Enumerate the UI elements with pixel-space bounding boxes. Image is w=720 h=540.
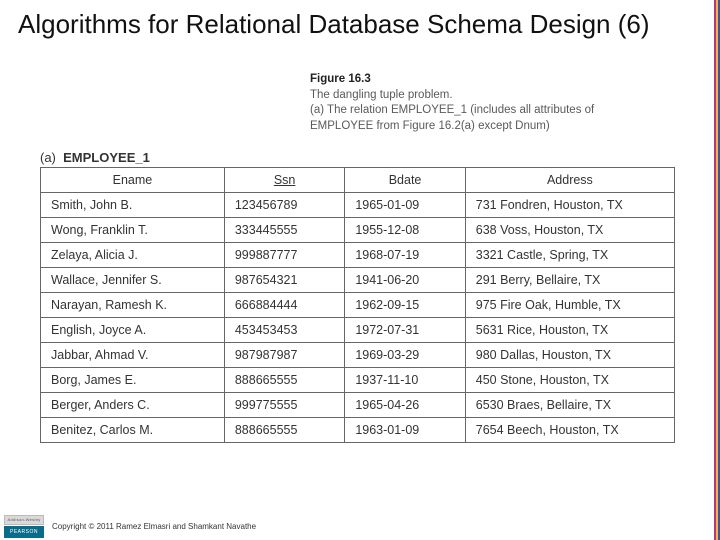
- cell-c4: 7654 Beech, Houston, TX: [465, 418, 674, 443]
- cell-c4: 450 Stone, Houston, TX: [465, 368, 674, 393]
- cell-c2: 999887777: [224, 243, 344, 268]
- cell-c3: 1941-06-20: [345, 268, 465, 293]
- cell-c1: Jabbar, Ahmad V.: [41, 343, 225, 368]
- cell-c3: 1965-04-26: [345, 393, 465, 418]
- cell-c3: 1968-07-19: [345, 243, 465, 268]
- pearson-badge: PEARSON: [4, 526, 44, 538]
- cell-c4: 5631 Rice, Houston, TX: [465, 318, 674, 343]
- figure-label: Figure 16.3: [310, 73, 371, 85]
- employee-table: Ename Ssn Bdate Address Smith, John B.12…: [40, 167, 675, 443]
- cell-c2: 888665555: [224, 368, 344, 393]
- cell-c4: 731 Fondren, Houston, TX: [465, 193, 674, 218]
- cell-c3: 1965-01-09: [345, 193, 465, 218]
- col-ssn: Ssn: [224, 168, 344, 193]
- addison-wesley-badge: Addison-Wesley: [4, 515, 44, 525]
- cell-c1: Benitez, Carlos M.: [41, 418, 225, 443]
- cell-c2: 987654321: [224, 268, 344, 293]
- cell-c1: Smith, John B.: [41, 193, 225, 218]
- cell-c2: 123456789: [224, 193, 344, 218]
- slide-color-edge: [714, 0, 720, 540]
- cell-c4: 980 Dallas, Houston, TX: [465, 343, 674, 368]
- cell-c2: 453453453: [224, 318, 344, 343]
- cell-c3: 1972-07-31: [345, 318, 465, 343]
- cell-c4: 638 Voss, Houston, TX: [465, 218, 674, 243]
- figure-line-2: (a) The relation EMPLOYEE_1 (includes al…: [310, 104, 594, 132]
- cell-c2: 987987987: [224, 343, 344, 368]
- table-row: Benitez, Carlos M.8886655551963-01-09765…: [41, 418, 675, 443]
- cell-c3: 1962-09-15: [345, 293, 465, 318]
- cell-c3: 1937-11-10: [345, 368, 465, 393]
- copyright-text: Copyright © 2011 Ramez Elmasri and Shamk…: [52, 522, 256, 531]
- cell-c2: 666884444: [224, 293, 344, 318]
- table-row: English, Joyce A.4534534531972-07-315631…: [41, 318, 675, 343]
- cell-c1: Berger, Anders C.: [41, 393, 225, 418]
- table-row: Wallace, Jennifer S.9876543211941-06-202…: [41, 268, 675, 293]
- cell-c1: Wallace, Jennifer S.: [41, 268, 225, 293]
- employee-table-block: (a) EMPLOYEE_1 Ename Ssn Bdate Address S…: [40, 150, 675, 443]
- table-row: Borg, James E.8886655551937-11-10450 Sto…: [41, 368, 675, 393]
- cell-c4: 6530 Braes, Bellaire, TX: [465, 393, 674, 418]
- cell-c4: 3321 Castle, Spring, TX: [465, 243, 674, 268]
- table-row: Berger, Anders C.9997755551965-04-266530…: [41, 393, 675, 418]
- cell-c3: 1955-12-08: [345, 218, 465, 243]
- cell-c3: 1963-01-09: [345, 418, 465, 443]
- table-row: Narayan, Ramesh K.6668844441962-09-15975…: [41, 293, 675, 318]
- cell-c1: English, Joyce A.: [41, 318, 225, 343]
- table-row: Zelaya, Alicia J.9998877771968-07-193321…: [41, 243, 675, 268]
- table-row: Jabbar, Ahmad V.9879879871969-03-29980 D…: [41, 343, 675, 368]
- cell-c3: 1969-03-29: [345, 343, 465, 368]
- table-label: (a) EMPLOYEE_1: [40, 150, 675, 165]
- cell-c2: 888665555: [224, 418, 344, 443]
- cell-c1: Wong, Franklin T.: [41, 218, 225, 243]
- publisher-badges: Addison-Wesley PEARSON: [4, 515, 44, 538]
- cell-c2: 333445555: [224, 218, 344, 243]
- cell-c1: Narayan, Ramesh K.: [41, 293, 225, 318]
- table-row: Wong, Franklin T.3334455551955-12-08638 …: [41, 218, 675, 243]
- col-address: Address: [465, 168, 674, 193]
- table-header-row: Ename Ssn Bdate Address: [41, 168, 675, 193]
- cell-c4: 291 Berry, Bellaire, TX: [465, 268, 674, 293]
- cell-c4: 975 Fire Oak, Humble, TX: [465, 293, 674, 318]
- table-row: Smith, John B.1234567891965-01-09731 Fon…: [41, 193, 675, 218]
- col-ename: Ename: [41, 168, 225, 193]
- figure-line-1: The dangling tuple problem.: [310, 89, 453, 101]
- cell-c2: 999775555: [224, 393, 344, 418]
- cell-c1: Borg, James E.: [41, 368, 225, 393]
- cell-c1: Zelaya, Alicia J.: [41, 243, 225, 268]
- figure-caption: Figure 16.3 The dangling tuple problem. …: [310, 72, 650, 134]
- slide-title: Algorithms for Relational Database Schem…: [0, 0, 720, 40]
- slide-footer: Addison-Wesley PEARSON Copyright © 2011 …: [0, 512, 714, 540]
- col-bdate: Bdate: [345, 168, 465, 193]
